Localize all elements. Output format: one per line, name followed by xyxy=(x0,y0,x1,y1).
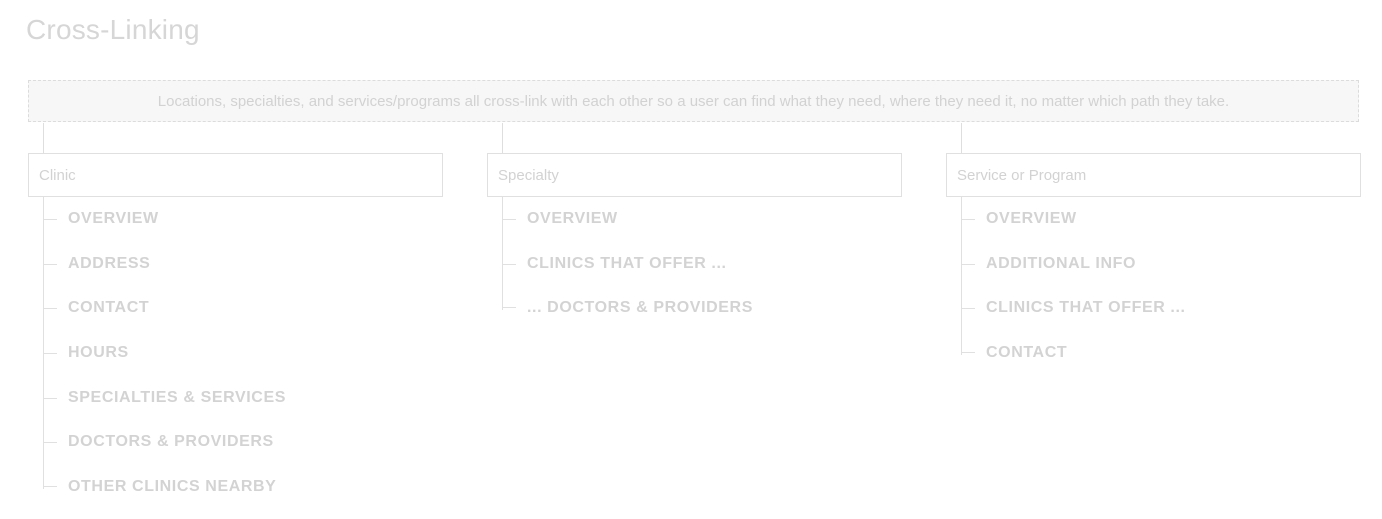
item-label: SPECIALTIES & SERVICES xyxy=(68,388,286,406)
connector-clinic xyxy=(43,123,44,153)
specialty-item-overview: OVERVIEW xyxy=(487,197,902,242)
tree-branch xyxy=(43,442,57,444)
connector-specialty xyxy=(502,123,503,153)
tree-branch xyxy=(961,308,975,310)
clinic-item-specialties-services: SPECIALTIES & SERVICES xyxy=(28,375,443,420)
clinic-item-address: ADDRESS xyxy=(28,242,443,287)
item-label: CLINICS THAT OFFER ... xyxy=(527,254,727,272)
specialty-item-clinics-that-offer: CLINICS THAT OFFER ... xyxy=(487,242,902,287)
tree-branch xyxy=(961,263,975,265)
item-label: DOCTORS & PROVIDERS xyxy=(68,433,274,451)
clinic-items: OVERVIEW ADDRESS CONTACT HOURS SPECIALTI… xyxy=(28,197,443,509)
service-item-overview: OVERVIEW xyxy=(946,197,1361,242)
clinic-item-doctors-providers: DOCTORS & PROVIDERS xyxy=(28,420,443,465)
tree-branch-end xyxy=(43,476,57,487)
tree-branch xyxy=(43,353,57,355)
tree-branch xyxy=(43,263,57,265)
clinic-item-contact: CONTACT xyxy=(28,286,443,331)
clinic-item-overview: OVERVIEW xyxy=(28,197,443,242)
page-title: Cross-Linking xyxy=(26,14,200,45)
tree-branch xyxy=(502,263,516,265)
service-program-box: Service or Program xyxy=(946,153,1361,197)
tree-branch-end xyxy=(961,343,975,354)
column-service-program: Service or Program OVERVIEW ADDITIONAL I… xyxy=(946,153,1361,375)
item-label: OTHER CLINICS NEARBY xyxy=(68,477,277,495)
service-item-contact: CONTACT xyxy=(946,331,1361,376)
tree-branch-end xyxy=(502,298,516,309)
cross-linking-diagram: Cross-Linking Locations, specialties, an… xyxy=(0,0,1382,519)
item-label: CLINICS THAT OFFER ... xyxy=(986,299,1186,317)
column-clinic: Clinic OVERVIEW ADDRESS CONTACT HOURS SP… xyxy=(28,153,443,509)
item-label: CONTACT xyxy=(68,299,150,317)
specialty-items: OVERVIEW CLINICS THAT OFFER ... ... DOCT… xyxy=(487,197,902,331)
column-specialty: Specialty OVERVIEW CLINICS THAT OFFER ..… xyxy=(487,153,902,331)
item-label: OVERVIEW xyxy=(527,210,618,228)
description-banner: Locations, specialties, and services/pro… xyxy=(28,80,1359,122)
connector-service xyxy=(961,123,962,153)
item-label: HOURS xyxy=(68,344,129,362)
item-label: CONTACT xyxy=(986,344,1068,362)
tree-branch xyxy=(961,219,975,221)
item-label: ... DOCTORS & PROVIDERS xyxy=(527,299,753,317)
item-label: OVERVIEW xyxy=(986,210,1077,228)
clinic-item-other-clinics-nearby: OTHER CLINICS NEARBY xyxy=(28,465,443,510)
specialty-item-doctors-providers: ... DOCTORS & PROVIDERS xyxy=(487,286,902,331)
tree-branch xyxy=(502,219,516,221)
service-program-items: OVERVIEW ADDITIONAL INFO CLINICS THAT OF… xyxy=(946,197,1361,375)
service-item-clinics-that-offer: CLINICS THAT OFFER ... xyxy=(946,286,1361,331)
tree-branch xyxy=(43,397,57,399)
item-label: OVERVIEW xyxy=(68,210,159,228)
tree-branch xyxy=(43,308,57,310)
clinic-box: Clinic xyxy=(28,153,443,197)
specialty-box: Specialty xyxy=(487,153,902,197)
item-label: ADDITIONAL INFO xyxy=(986,254,1137,272)
item-label: ADDRESS xyxy=(68,254,151,272)
service-item-additional-info: ADDITIONAL INFO xyxy=(946,242,1361,287)
tree-branch xyxy=(43,219,57,221)
clinic-item-hours: HOURS xyxy=(28,331,443,376)
